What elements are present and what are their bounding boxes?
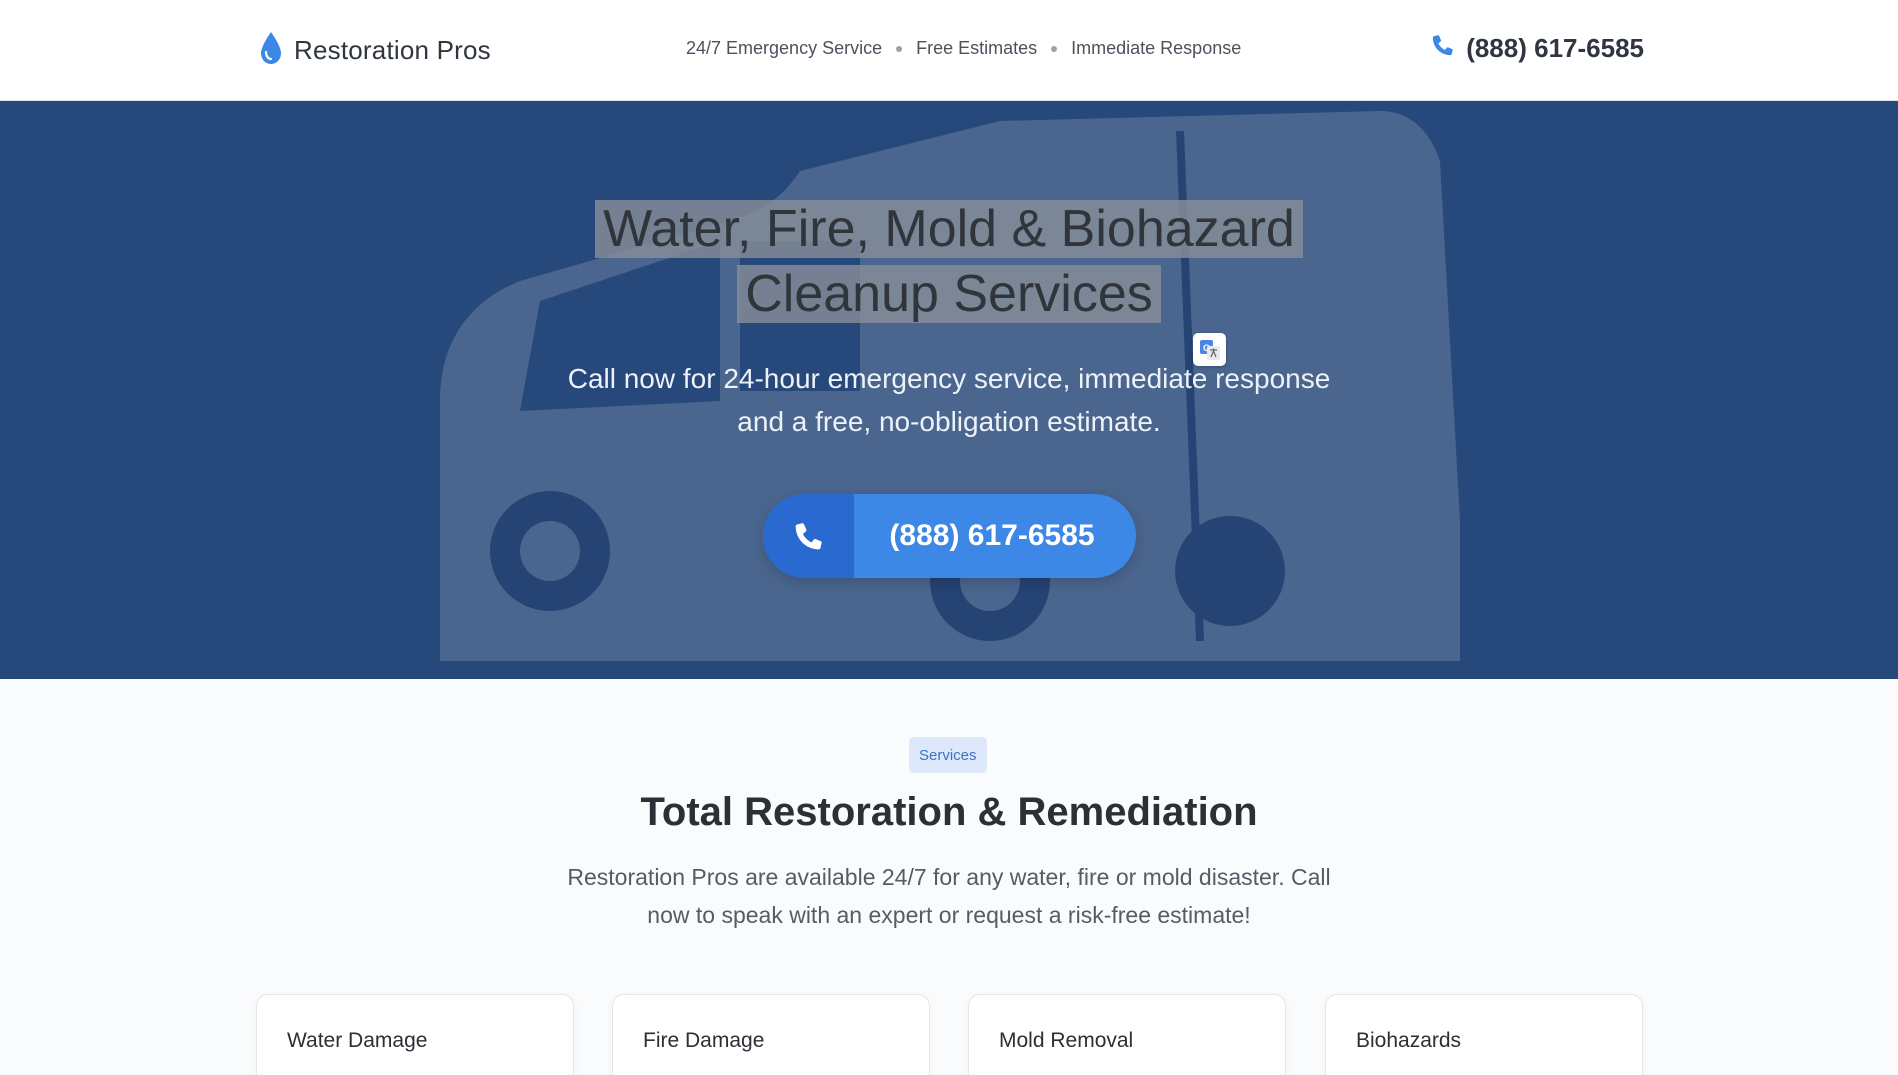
hero-section: Water, Fire, Mold & Biohazard Cleanup Se… <box>0 101 1898 679</box>
services-title: Total Restoration & Remediation <box>640 790 1258 834</box>
tagline-response: Immediate Response <box>1071 38 1242 58</box>
phone-icon <box>1430 32 1456 65</box>
hero-title: Water, Fire, Mold & Biohazard Cleanup Se… <box>0 197 1898 327</box>
site-header: Restoration Pros 24/7 Emergency Service … <box>0 0 1898 101</box>
service-card-title: Biohazards <box>1356 1029 1462 1052</box>
hero-title-line-1: Water, Fire, Mold & Biohazard <box>595 200 1303 258</box>
brand-name: Restoration Pros <box>294 35 491 65</box>
hero-subtitle: Call now for 24-hour emergency service, … <box>567 363 1331 437</box>
brand[interactable]: Restoration Pros <box>258 30 491 71</box>
separator-dot <box>1051 45 1058 52</box>
service-card-biohazards[interactable]: Biohazards <box>1325 994 1643 1075</box>
call-now-button[interactable]: (888) 617-6585 <box>763 494 1136 578</box>
service-card-title: Fire Damage <box>643 1029 765 1052</box>
tagline-estimates: Free Estimates <box>916 38 1038 58</box>
service-card-mold-removal[interactable]: Mold Removal <box>968 994 1286 1075</box>
service-card-title: Mold Removal <box>999 1029 1134 1052</box>
service-card-water-damage[interactable]: Water Damage <box>256 994 574 1075</box>
service-card-title: Water Damage <box>287 1029 428 1052</box>
services-badge: Services <box>909 737 987 773</box>
services-description: Restoration Pros are available 24/7 for … <box>567 864 1331 928</box>
header-phone-link[interactable]: (888) 617-6585 <box>1430 32 1644 65</box>
separator-dot <box>896 45 903 52</box>
call-now-phone-number: (888) 617-6585 <box>889 519 1095 552</box>
header-phone-number: (888) 617-6585 <box>1466 33 1644 63</box>
header-taglines: 24/7 Emergency Service Free Estimates Im… <box>686 38 1241 59</box>
phone-icon <box>763 494 854 578</box>
water-drop-icon <box>258 30 284 71</box>
hero-title-line-2: Cleanup Services <box>737 265 1161 323</box>
service-card-fire-damage[interactable]: Fire Damage <box>612 994 930 1075</box>
tagline-emergency: 24/7 Emergency Service <box>686 38 883 58</box>
